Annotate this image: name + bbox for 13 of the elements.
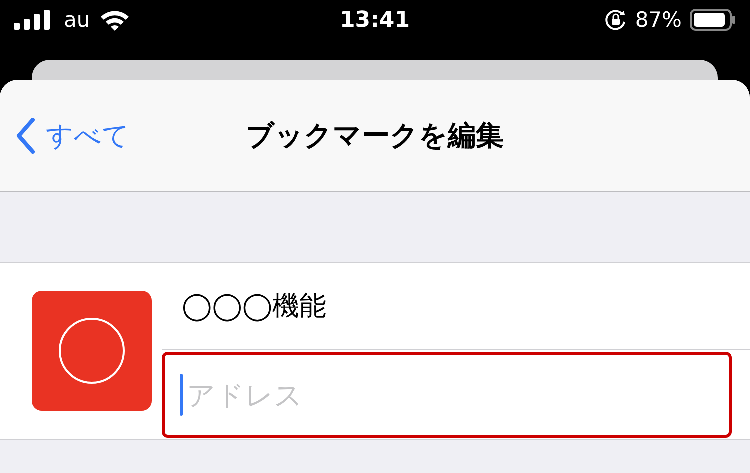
- carrier-name: au: [64, 8, 90, 32]
- address-field[interactable]: アドレス: [162, 352, 732, 438]
- battery-percentage: 87%: [635, 8, 682, 32]
- chevron-left-icon: [16, 118, 36, 154]
- battery-icon: [690, 9, 736, 31]
- wifi-icon: [100, 9, 130, 31]
- rotation-lock-icon: [605, 9, 628, 31]
- text-cursor: [180, 374, 183, 416]
- bookmark-thumbnail-icon: [32, 291, 152, 411]
- status-time: 13:41: [340, 8, 410, 32]
- bookmark-title[interactable]: ◯◯◯機能: [162, 263, 750, 350]
- back-button[interactable]: すべて: [0, 118, 130, 154]
- nav-title: ブックマークを編集: [246, 118, 504, 154]
